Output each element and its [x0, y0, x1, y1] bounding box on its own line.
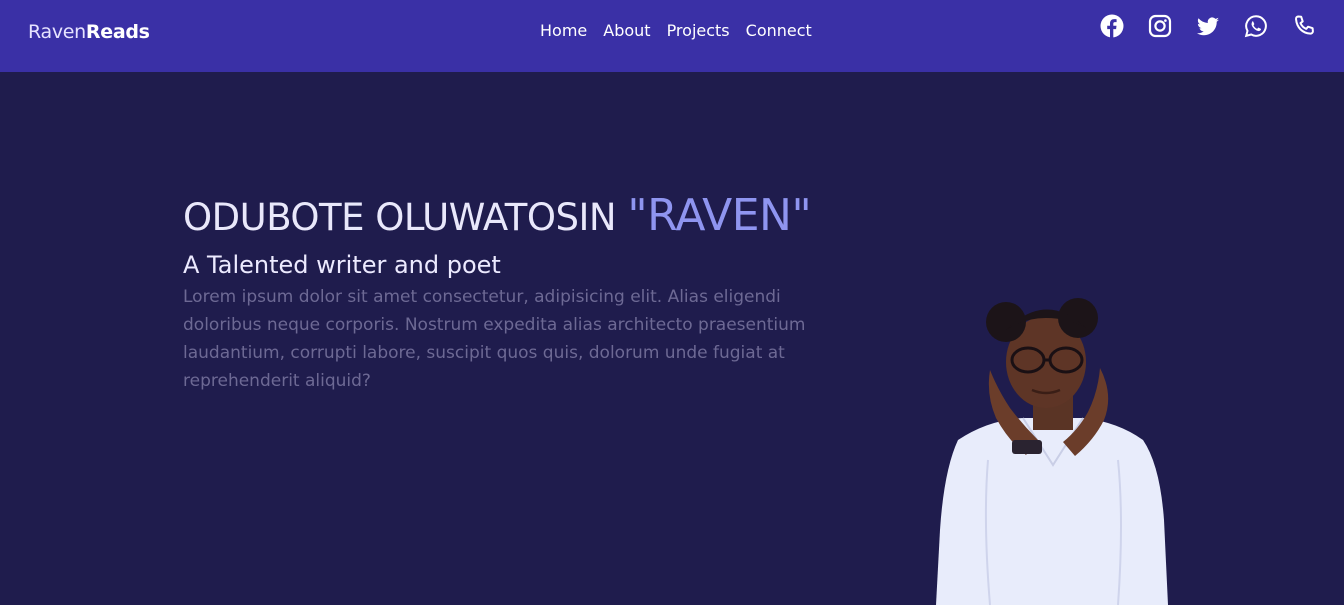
facebook-icon [1100, 14, 1124, 38]
twitter-icon [1197, 17, 1219, 36]
hero-subtitle: A Talented writer and poet [183, 251, 501, 279]
phone-link[interactable] [1292, 13, 1316, 39]
brand-logo[interactable]: RavenReads [28, 21, 150, 43]
social-links [1100, 13, 1316, 39]
nav-link-projects[interactable]: Projects [667, 21, 730, 40]
hero-nickname: "RAVEN" [627, 190, 812, 241]
phone-icon [1295, 15, 1314, 35]
facebook-link[interactable] [1100, 13, 1124, 39]
whatsapp-link[interactable] [1244, 13, 1268, 39]
instagram-icon [1148, 14, 1172, 38]
hero-bio: Lorem ipsum dolor sit amet consectetur, … [183, 287, 806, 391]
brand-logo-part1: Raven [28, 21, 86, 43]
hero-name: ODUBOTE OLUWATOSIN [183, 196, 617, 239]
portrait-image [936, 298, 1168, 605]
nav-link-connect[interactable]: Connect [746, 21, 812, 40]
instagram-link[interactable] [1148, 13, 1172, 39]
nav-link-about[interactable]: About [603, 21, 650, 40]
navbar: RavenReads Home About Projects Connect [0, 0, 1344, 72]
twitter-link[interactable] [1196, 13, 1220, 39]
main-nav: Home About Projects Connect [540, 21, 812, 40]
brand-logo-part2: Reads [85, 21, 150, 43]
hero-title: ODUBOTE OLUWATOSIN "RAVEN" [183, 190, 812, 241]
whatsapp-icon [1244, 15, 1267, 38]
nav-link-home[interactable]: Home [540, 21, 587, 40]
